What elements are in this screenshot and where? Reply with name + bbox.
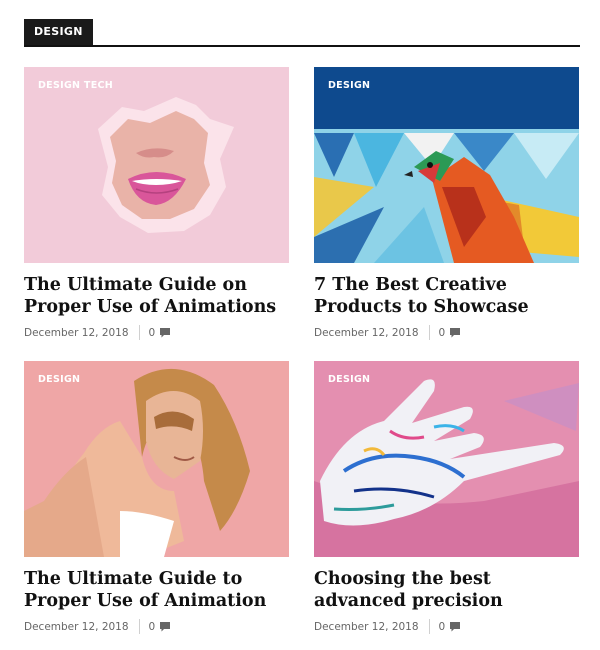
- comment-icon[interactable]: [450, 327, 461, 338]
- post-date: December 12, 2018: [24, 620, 129, 633]
- post-image: [314, 361, 579, 557]
- section-header: DESIGN: [24, 19, 580, 47]
- post-image: [314, 67, 579, 263]
- post-meta: December 12, 2018 0: [24, 325, 289, 340]
- post-title[interactable]: The Ultimate Guide to Proper Use of Anim…: [24, 568, 289, 612]
- post-meta: December 12, 2018 0: [24, 619, 289, 634]
- post-meta: December 12, 2018 0: [314, 325, 579, 340]
- post-date: December 12, 2018: [314, 326, 419, 339]
- post-image: [24, 67, 289, 263]
- post-thumbnail[interactable]: DESIGN: [314, 361, 579, 557]
- post-category[interactable]: DESIGN: [328, 374, 370, 385]
- post-card: DESIGN The Ultimate Guide to Proper Use …: [24, 361, 289, 634]
- post-category[interactable]: DESIGN TECH: [38, 80, 113, 91]
- meta-divider: [138, 325, 140, 340]
- post-category[interactable]: DESIGN: [38, 374, 80, 385]
- post-date: December 12, 2018: [24, 326, 129, 339]
- post-thumbnail[interactable]: DESIGN: [24, 361, 289, 557]
- meta-divider: [428, 325, 430, 340]
- post-title[interactable]: Choosing the best advanced precision: [314, 568, 579, 612]
- post-card: DESIGN TECH The Ultimate Guide on Proper…: [24, 67, 289, 340]
- post-card: DESIGN 7 The Best Creative Products to S…: [314, 67, 579, 340]
- comment-count[interactable]: 0: [149, 621, 156, 633]
- post-thumbnail[interactable]: DESIGN TECH: [24, 67, 289, 263]
- post-meta: December 12, 2018 0: [314, 619, 579, 634]
- post-thumbnail[interactable]: DESIGN: [314, 67, 579, 263]
- post-card: DESIGN Choosing the best advanced precis…: [314, 361, 579, 634]
- post-category[interactable]: DESIGN: [328, 80, 370, 91]
- post-image: [24, 361, 289, 557]
- meta-divider: [428, 619, 430, 634]
- comment-icon[interactable]: [160, 327, 171, 338]
- comment-icon[interactable]: [450, 621, 461, 632]
- post-title[interactable]: The Ultimate Guide on Proper Use of Anim…: [24, 274, 289, 318]
- section-title[interactable]: DESIGN: [24, 19, 93, 45]
- comment-count[interactable]: 0: [439, 327, 446, 339]
- comment-count[interactable]: 0: [439, 621, 446, 633]
- comment-count[interactable]: 0: [149, 327, 156, 339]
- meta-divider: [138, 619, 140, 634]
- comment-icon[interactable]: [160, 621, 171, 632]
- post-date: December 12, 2018: [314, 620, 419, 633]
- post-title[interactable]: 7 The Best Creative Products to Showcase: [314, 274, 579, 318]
